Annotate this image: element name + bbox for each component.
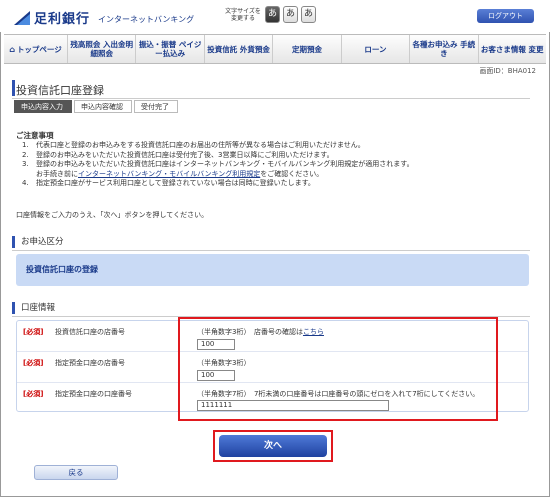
font-size-large-button[interactable]: あ	[301, 6, 316, 23]
notes-title: ご注意事項	[16, 131, 54, 140]
step-complete: 受付完了	[134, 100, 178, 113]
page-frame	[0, 0, 550, 497]
nav-item-top[interactable]: ⌂ トップページ	[4, 35, 68, 63]
deposit-branch-label: 指定預金口座の店番号	[55, 359, 125, 367]
global-nav: ⌂ トップページ 残高照会 入出金明細照会 振込・振替 ペイジー払込み 投資信託…	[4, 34, 546, 64]
bank-name: 足利銀行	[34, 12, 91, 27]
note-item: 4. 指定預金口座がサービス利用口座として登録されていない場合は同時に登録いたしま…	[22, 179, 315, 188]
service-name: インターネットバンキング	[98, 14, 195, 24]
section-apply-title: お申込区分	[12, 236, 530, 248]
note-item: 3. 登録のお申込みをいただいた投資信託口座はインターネットバンキング・モバイルバ…	[22, 160, 414, 169]
header: 足利銀行 インターネットバンキング 文字サイズを変更する あ あ あ ログアウト	[0, 0, 550, 32]
bank-logo-icon	[14, 10, 30, 25]
title-accent-bar	[12, 80, 15, 96]
fund-branch-label: 投資信託口座の店番号	[55, 328, 125, 336]
nav-item-loan[interactable]: ローン	[342, 35, 411, 63]
font-size-switcher: 文字サイズを変更する あ あ あ	[224, 6, 316, 23]
step-input: 申込内容入力	[14, 100, 72, 113]
bank-logo[interactable]: 足利銀行 インターネットバンキング	[14, 8, 194, 27]
font-size-small-button[interactable]: あ	[265, 6, 280, 23]
font-size-medium-button[interactable]: あ	[283, 6, 298, 23]
required-badge: [必須]	[23, 390, 44, 398]
title-divider	[12, 98, 530, 99]
page-title: 投資信託口座登録	[16, 84, 104, 97]
house-icon: ⌂	[9, 44, 15, 54]
section-divider	[12, 250, 530, 251]
input-highlight-frame	[178, 317, 498, 421]
step-indicator: 申込内容入力 申込内容確認 受付完了	[14, 100, 180, 113]
instruction-text: 口座情報をご入力のうえ、「次へ」ボタンを押してください。	[16, 211, 209, 219]
apply-type-value: 投資信託口座の登録	[16, 254, 529, 286]
section-account-title: 口座情報	[12, 302, 530, 314]
nav-item-label: トップページ	[16, 44, 62, 54]
screen-id: 画面ID：BHA012	[479, 67, 536, 75]
step-confirm: 申込内容確認	[74, 100, 132, 113]
note-item: お手続き前にインターネットバンキング・モバイルバンキング利用規定をご確認ください…	[36, 169, 324, 178]
terms-link[interactable]: インターネットバンキング・モバイルバンキング利用規定	[78, 170, 260, 178]
font-size-label: 文字サイズを変更する	[225, 7, 261, 22]
required-badge: [必須]	[23, 328, 44, 336]
nav-item-investment[interactable]: 投資信託 外貨預金	[205, 35, 274, 63]
nav-item-applications[interactable]: 各種お申込み 手続き	[410, 35, 479, 63]
logout-button[interactable]: ログアウト	[477, 9, 534, 23]
nav-item-transfer[interactable]: 振込・振替 ペイジー払込み	[136, 35, 205, 63]
back-button[interactable]: 戻る	[34, 465, 118, 480]
note-item: 2. 登録のお申込みをいただいた投資信託口座は受付完了後、3営業日以降にご利用いた…	[22, 150, 334, 159]
nav-item-time-deposit[interactable]: 定期預金	[273, 35, 342, 63]
notes-list: 1. 代表口座と登録のお申込みをする投資信託口座のお届出の住所等が異なる場合はご利…	[22, 141, 532, 189]
note-item: 1. 代表口座と登録のお申込みをする投資信託口座のお届出の住所等が異なる場合はご利…	[22, 141, 365, 149]
required-badge: [必須]	[23, 359, 44, 367]
next-button[interactable]: 次へ	[219, 435, 327, 457]
nav-item-customer-info[interactable]: お客さま情報 変更	[479, 35, 546, 63]
deposit-account-label: 指定預金口座の口座番号	[55, 390, 132, 398]
next-highlight-frame: 次へ	[213, 430, 333, 462]
nav-item-balance[interactable]: 残高照会 入出金明細照会	[68, 35, 137, 63]
